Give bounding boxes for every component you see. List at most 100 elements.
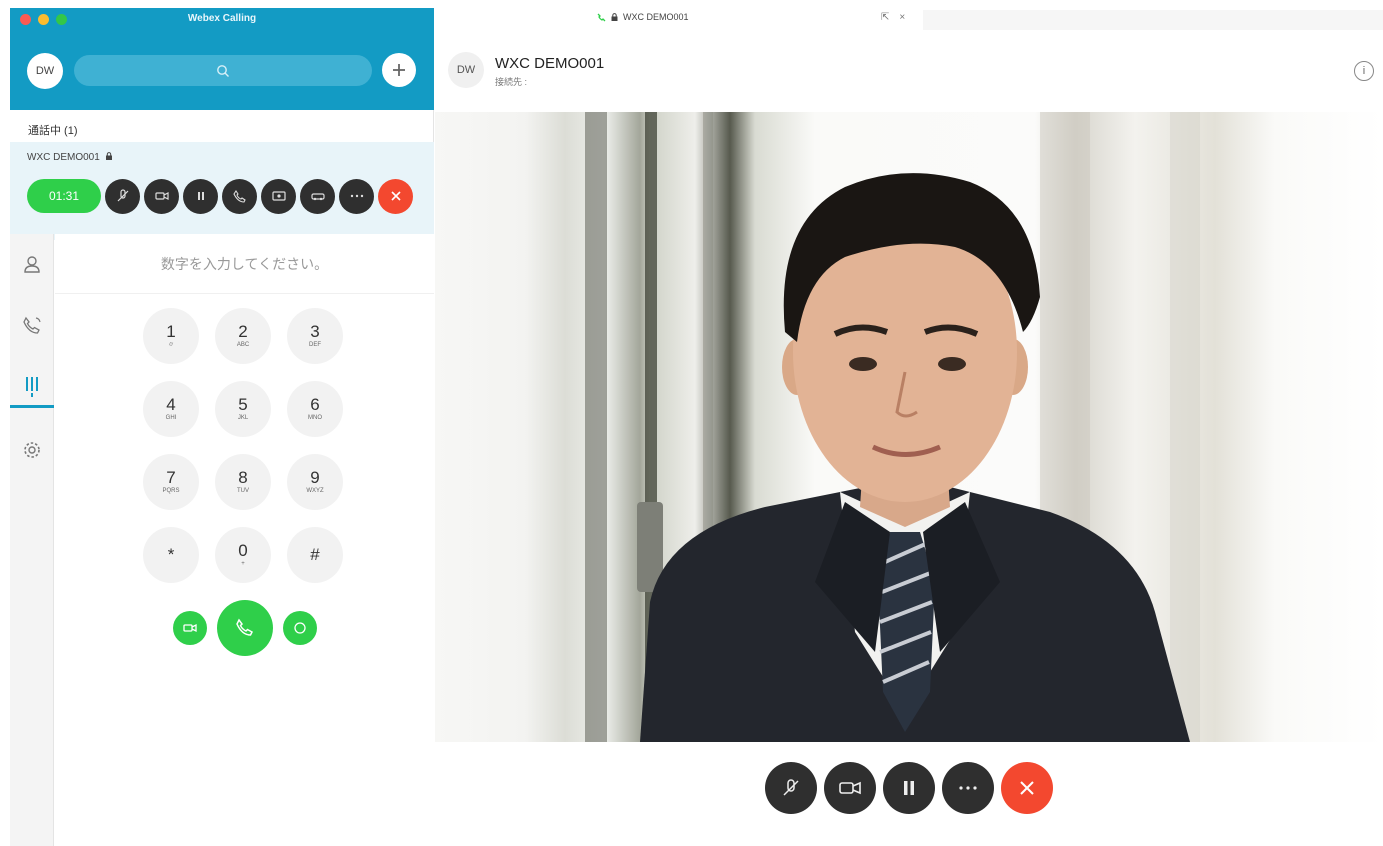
number-input[interactable]: 数字を入力してください。 xyxy=(55,234,434,294)
person-icon xyxy=(24,256,40,273)
end-call-button[interactable] xyxy=(378,178,413,214)
video-camera-icon xyxy=(839,781,861,795)
mute-button[interactable] xyxy=(765,762,817,814)
car-icon xyxy=(310,193,325,201)
call-timer: 01:31 xyxy=(27,179,101,213)
add-button[interactable] xyxy=(382,53,416,87)
dialpad-key-digit: 9 xyxy=(310,467,320,487)
dialpad-key[interactable]: 1 ⌭ xyxy=(143,308,199,364)
dialpad-key-digit: 8 xyxy=(238,467,248,487)
chat-bubble-icon xyxy=(293,622,306,634)
call-controls: 01:31 xyxy=(27,178,413,214)
dialpad-key-digit: * xyxy=(167,544,175,564)
dialpad-key-digit: 0 xyxy=(238,540,248,560)
dialpad-key-digit: 7 xyxy=(166,467,176,487)
mute-button[interactable] xyxy=(105,178,140,214)
dialpad-key-letters: TUV xyxy=(237,487,249,494)
video-camera-icon xyxy=(182,623,197,633)
pop-out-icon[interactable]: ⇱ xyxy=(881,12,889,23)
more-options-button[interactable] xyxy=(942,762,994,814)
dialpad-key-digit: # xyxy=(310,544,320,564)
pause-icon xyxy=(904,781,914,795)
dialpad-key[interactable]: # xyxy=(287,527,343,583)
user-avatar[interactable]: DW xyxy=(27,53,63,89)
phone-transfer-icon xyxy=(233,189,246,203)
dialpad-key-letters: + xyxy=(241,560,245,567)
sidebar-item-settings[interactable] xyxy=(10,430,54,470)
dial-actions xyxy=(55,598,434,658)
pause-icon xyxy=(197,192,204,200)
call-history-icon xyxy=(23,316,41,334)
microphone-icon xyxy=(117,189,128,202)
search-icon xyxy=(217,64,229,77)
dialpad-key[interactable]: 2 ABC xyxy=(215,308,271,364)
screen-share-icon xyxy=(271,191,286,201)
share-screen-button[interactable] xyxy=(261,178,296,214)
lock-icon xyxy=(611,13,618,21)
dialpad-key[interactable]: 9 WXYZ xyxy=(287,454,343,510)
transfer-button[interactable] xyxy=(222,178,257,214)
desktop: Webex Calling DW 通話中 (1) WXC DEMO001 01:… xyxy=(0,0,1383,846)
video-button[interactable] xyxy=(824,762,876,814)
sidebar-item-contacts[interactable] xyxy=(10,244,54,284)
video-call-button[interactable] xyxy=(172,611,207,645)
voicemail-button[interactable] xyxy=(282,611,317,645)
dialpad-key-digit: 1 xyxy=(166,321,176,341)
video-call-controls xyxy=(435,762,1383,818)
dialpad-key-digit: 4 xyxy=(166,394,176,414)
hold-button[interactable] xyxy=(183,178,218,214)
dialpad-key-letters: JKL xyxy=(237,414,249,421)
dialpad-key[interactable]: * xyxy=(143,527,199,583)
ellipsis-icon xyxy=(350,194,363,198)
dialpad-key-letters: GHI xyxy=(165,414,177,421)
active-call-name: WXC DEMO001 xyxy=(27,152,113,163)
webex-main-window: Webex Calling DW 通話中 (1) WXC DEMO001 01:… xyxy=(10,8,434,846)
close-icon xyxy=(390,191,401,201)
phone-icon xyxy=(597,13,606,21)
dialpad-key[interactable]: 3 DEF xyxy=(287,308,343,364)
sidebar-item-dialpad[interactable] xyxy=(10,368,54,408)
phone-icon xyxy=(235,618,253,636)
close-icon xyxy=(1020,781,1034,795)
dialpad-key-letters: PQRS xyxy=(162,487,180,494)
close-tab-icon[interactable]: × xyxy=(899,12,905,23)
tab-strip xyxy=(923,10,1383,30)
keypad: 1 ⌭ 2 ABC 3 DEF 4 GHI 5 JKL 6 MNO 7 PQRS 8 TUV 9 WXYZ * 0 + # xyxy=(143,308,353,583)
callee-status: 接続先 : xyxy=(495,77,528,87)
callee-name: WXC DEMO001 xyxy=(495,55,605,72)
microphone-icon xyxy=(783,779,799,796)
lock-icon xyxy=(105,152,112,160)
dialpad-key[interactable]: 8 TUV xyxy=(215,454,271,510)
active-call-card[interactable]: WXC DEMO001 01:31 xyxy=(10,142,434,240)
dialpad-key-digit: 2 xyxy=(238,321,248,341)
dialpad-key-letters: MNO xyxy=(308,414,322,421)
sidebar-nav xyxy=(10,234,54,846)
call-window: WXC DEMO001 ⇱ × DW WXC DEMO001 接続先 : i xyxy=(435,8,1383,846)
dialpad-icon xyxy=(26,376,38,397)
info-icon[interactable]: i xyxy=(1354,61,1374,81)
dialpad-key[interactable]: 6 MNO xyxy=(287,381,343,437)
call-window-tab[interactable]: WXC DEMO001 xyxy=(597,12,689,22)
dialpad-key-digit: 6 xyxy=(310,394,320,414)
window-title: Webex Calling xyxy=(187,13,257,24)
more-options-button[interactable] xyxy=(339,178,374,214)
dialpad-key[interactable]: 7 PQRS xyxy=(143,454,199,510)
hold-button[interactable] xyxy=(883,762,935,814)
active-call-name-text: WXC DEMO001 xyxy=(27,152,100,163)
park-button[interactable] xyxy=(300,178,335,214)
call-button[interactable] xyxy=(216,600,273,656)
dialpad-key-letters: DEF xyxy=(309,341,321,348)
dialpad-key[interactable]: 4 GHI xyxy=(143,381,199,437)
dialpad-key-letters: ABC xyxy=(236,341,250,348)
end-call-button[interactable] xyxy=(1001,762,1053,814)
video-button[interactable] xyxy=(144,178,179,214)
sidebar-item-call-history[interactable] xyxy=(10,306,54,346)
callee-avatar: DW xyxy=(448,52,484,88)
dialpad-key[interactable]: 0 + xyxy=(215,527,271,583)
dialpad-key-digit: 5 xyxy=(238,394,248,414)
app-header: Webex Calling DW xyxy=(10,8,434,110)
dialpad-panel: 数字を入力してください。 1 ⌭ 2 ABC 3 DEF 4 GHI 5 JKL 6 MNO 7 PQRS… xyxy=(55,234,434,846)
dialpad-key[interactable]: 5 JKL xyxy=(215,381,271,437)
plus-icon xyxy=(393,64,405,76)
search-input[interactable] xyxy=(74,55,372,86)
